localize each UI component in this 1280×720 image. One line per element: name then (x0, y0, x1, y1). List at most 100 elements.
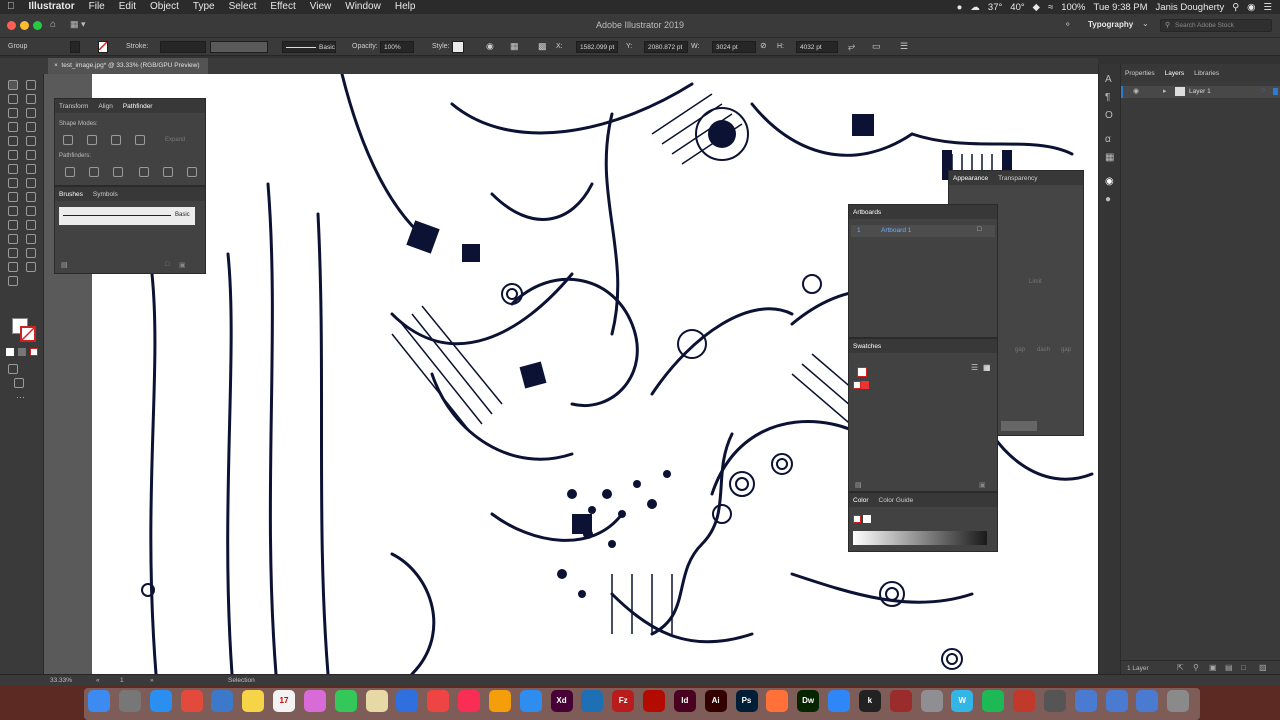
swatches-panel-title[interactable]: Swatches (853, 343, 881, 350)
width-tool-icon[interactable] (26, 178, 36, 188)
clock[interactable]: Tue 9:38 PM (1094, 2, 1148, 13)
more-tools-icon[interactable]: ··· (16, 392, 25, 402)
appearance-panel-icon[interactable]: ◉ (1105, 176, 1114, 187)
menu-select[interactable]: Select (222, 0, 264, 14)
column-graph-tool-icon[interactable] (8, 248, 18, 258)
stock-search-box[interactable]: ⚲ Search Adobe Stock (1160, 19, 1272, 32)
merge-icon[interactable] (113, 167, 123, 177)
divide-icon[interactable] (65, 167, 75, 177)
exclude-icon[interactable] (135, 135, 145, 145)
grid-view-icon[interactable]: ▦ (983, 363, 991, 372)
apple-icon[interactable]:  (0, 0, 22, 14)
paragraph-panel-icon[interactable]: ¶ (1105, 92, 1110, 103)
y-position-field[interactable]: 2080.872 pt (644, 41, 688, 53)
dock-dw-icon[interactable]: Dw (797, 690, 820, 712)
dock-app-store-icon[interactable] (519, 690, 542, 712)
weather-icon[interactable]: ☁ (970, 2, 980, 13)
menu-edit[interactable]: Edit (112, 0, 143, 14)
curvature-tool-icon[interactable] (26, 108, 36, 118)
dock-folder-icon[interactable] (1105, 690, 1128, 712)
graphic-style-swatch[interactable] (452, 41, 464, 53)
status-dot-icon[interactable]: ● (957, 2, 963, 13)
grayscale-spectrum-bar[interactable] (853, 531, 987, 545)
transform-icon[interactable]: ⥂ (848, 41, 855, 52)
dock-finder-icon[interactable] (88, 690, 110, 712)
visibility-eye-icon[interactable]: ◉ (1133, 87, 1139, 95)
dock-launchpad-icon[interactable] (118, 690, 141, 712)
outline-icon[interactable] (163, 167, 173, 177)
slice-tool-icon[interactable] (8, 262, 18, 272)
prev-artboard-icon[interactable]: « (96, 677, 100, 684)
dock-compass-icon[interactable] (581, 690, 604, 712)
color-mode-icon[interactable] (6, 348, 14, 356)
dock-messages-icon[interactable] (334, 690, 357, 712)
artboard-number[interactable]: 1 (120, 677, 124, 684)
workspace-switcher[interactable]: Typography (1088, 20, 1133, 29)
layer-row[interactable]: ◉ ▸ Layer 1 ○ (1121, 86, 1280, 98)
symbol-sprayer-tool-icon[interactable] (26, 234, 36, 244)
dock-id-icon[interactable]: Id (673, 690, 696, 712)
user-name[interactable]: Janis Dougherty (1156, 2, 1225, 13)
tab-symbols[interactable]: Symbols (93, 191, 118, 198)
make-clipping-mask-icon[interactable]: ▣ (1209, 663, 1217, 672)
mesh-tool-icon[interactable] (26, 206, 36, 216)
menu-type[interactable]: Type (186, 0, 222, 14)
battery-level[interactable]: 100% (1061, 2, 1085, 13)
dock-folder-icon[interactable] (1074, 690, 1097, 712)
dock-kindle-icon[interactable]: k (858, 690, 881, 712)
gradient-mode-icon[interactable] (18, 348, 26, 356)
delete-brush-icon[interactable]: ▣ (179, 261, 186, 269)
spotlight-icon[interactable]: ⚲ (1232, 2, 1239, 13)
list-view-icon[interactable]: ☰ (971, 363, 978, 372)
tab-transparency[interactable]: Transparency (998, 175, 1038, 182)
artboard-options-icon[interactable]: □ (977, 226, 981, 233)
new-layer-icon[interactable]: □ (1241, 663, 1246, 672)
stroke-weight-field[interactable] (160, 41, 206, 53)
pencil-tool-icon[interactable] (26, 150, 36, 160)
menu-help[interactable]: Help (388, 0, 423, 14)
color-fill-indicator[interactable] (853, 515, 861, 523)
character-panel-icon[interactable]: A (1105, 74, 1112, 85)
tab-align[interactable]: Align (98, 103, 112, 110)
tab-brushes[interactable]: Brushes (59, 191, 83, 198)
scale-tool-icon[interactable] (8, 178, 18, 188)
gradient-tool-icon[interactable] (8, 220, 18, 230)
next-artboard-icon[interactable]: » (150, 677, 154, 684)
menu-window[interactable]: Window (338, 0, 388, 14)
none-swatch[interactable] (853, 381, 861, 389)
rectangle-tool-icon[interactable] (8, 136, 18, 146)
dropbox-icon[interactable]: ◆ (1033, 2, 1040, 13)
dock-mail-icon[interactable] (828, 690, 850, 712)
dock-acrobat-icon[interactable] (643, 690, 665, 712)
dock-news-icon[interactable] (427, 690, 450, 712)
new-sublayer-icon[interactable]: ▤ (1225, 663, 1233, 672)
new-brush-icon[interactable]: □ (165, 261, 169, 268)
dock-ai-icon[interactable]: Ai (704, 690, 727, 712)
tab-layers[interactable]: Layers (1165, 70, 1185, 77)
close-icon[interactable]: × (54, 62, 58, 69)
dock-w-icon[interactable]: W (951, 690, 974, 712)
dock-firefox-icon[interactable] (766, 690, 789, 712)
dock-xd-icon[interactable]: Xd (550, 690, 573, 712)
expand-button[interactable]: Expand (165, 137, 185, 143)
dock-downloads-icon[interactable] (1136, 690, 1159, 712)
swatches-panel-icon[interactable]: ▦ (1105, 152, 1114, 163)
stroke-color-icon[interactable] (20, 326, 36, 342)
lightbulb-icon[interactable]: ⚬ (1064, 19, 1072, 30)
rotate-tool-icon[interactable] (26, 164, 36, 174)
align-icon[interactable]: ▦ (510, 41, 519, 52)
delete-layer-icon[interactable]: ▨ (1259, 663, 1267, 672)
dock-calendar-icon[interactable]: 17 (273, 690, 295, 712)
tab-properties[interactable]: Properties (1125, 70, 1155, 77)
glyphs-panel-icon[interactable]: α (1105, 134, 1111, 145)
dock-preview-icon[interactable] (211, 690, 234, 712)
height-field[interactable]: 4032 pt (796, 41, 838, 53)
panel-options-icon[interactable]: ☰ (900, 41, 908, 52)
dock-notes-icon[interactable] (242, 690, 265, 712)
delete-swatch-icon[interactable]: ▣ (979, 481, 986, 489)
dock-ps-icon[interactable]: Ps (735, 690, 758, 712)
pen-tool-icon[interactable] (8, 108, 18, 118)
magic-wand-tool-icon[interactable] (8, 94, 18, 104)
crop-icon[interactable] (139, 167, 149, 177)
fill-stroke-swatch-icon[interactable] (857, 367, 867, 377)
